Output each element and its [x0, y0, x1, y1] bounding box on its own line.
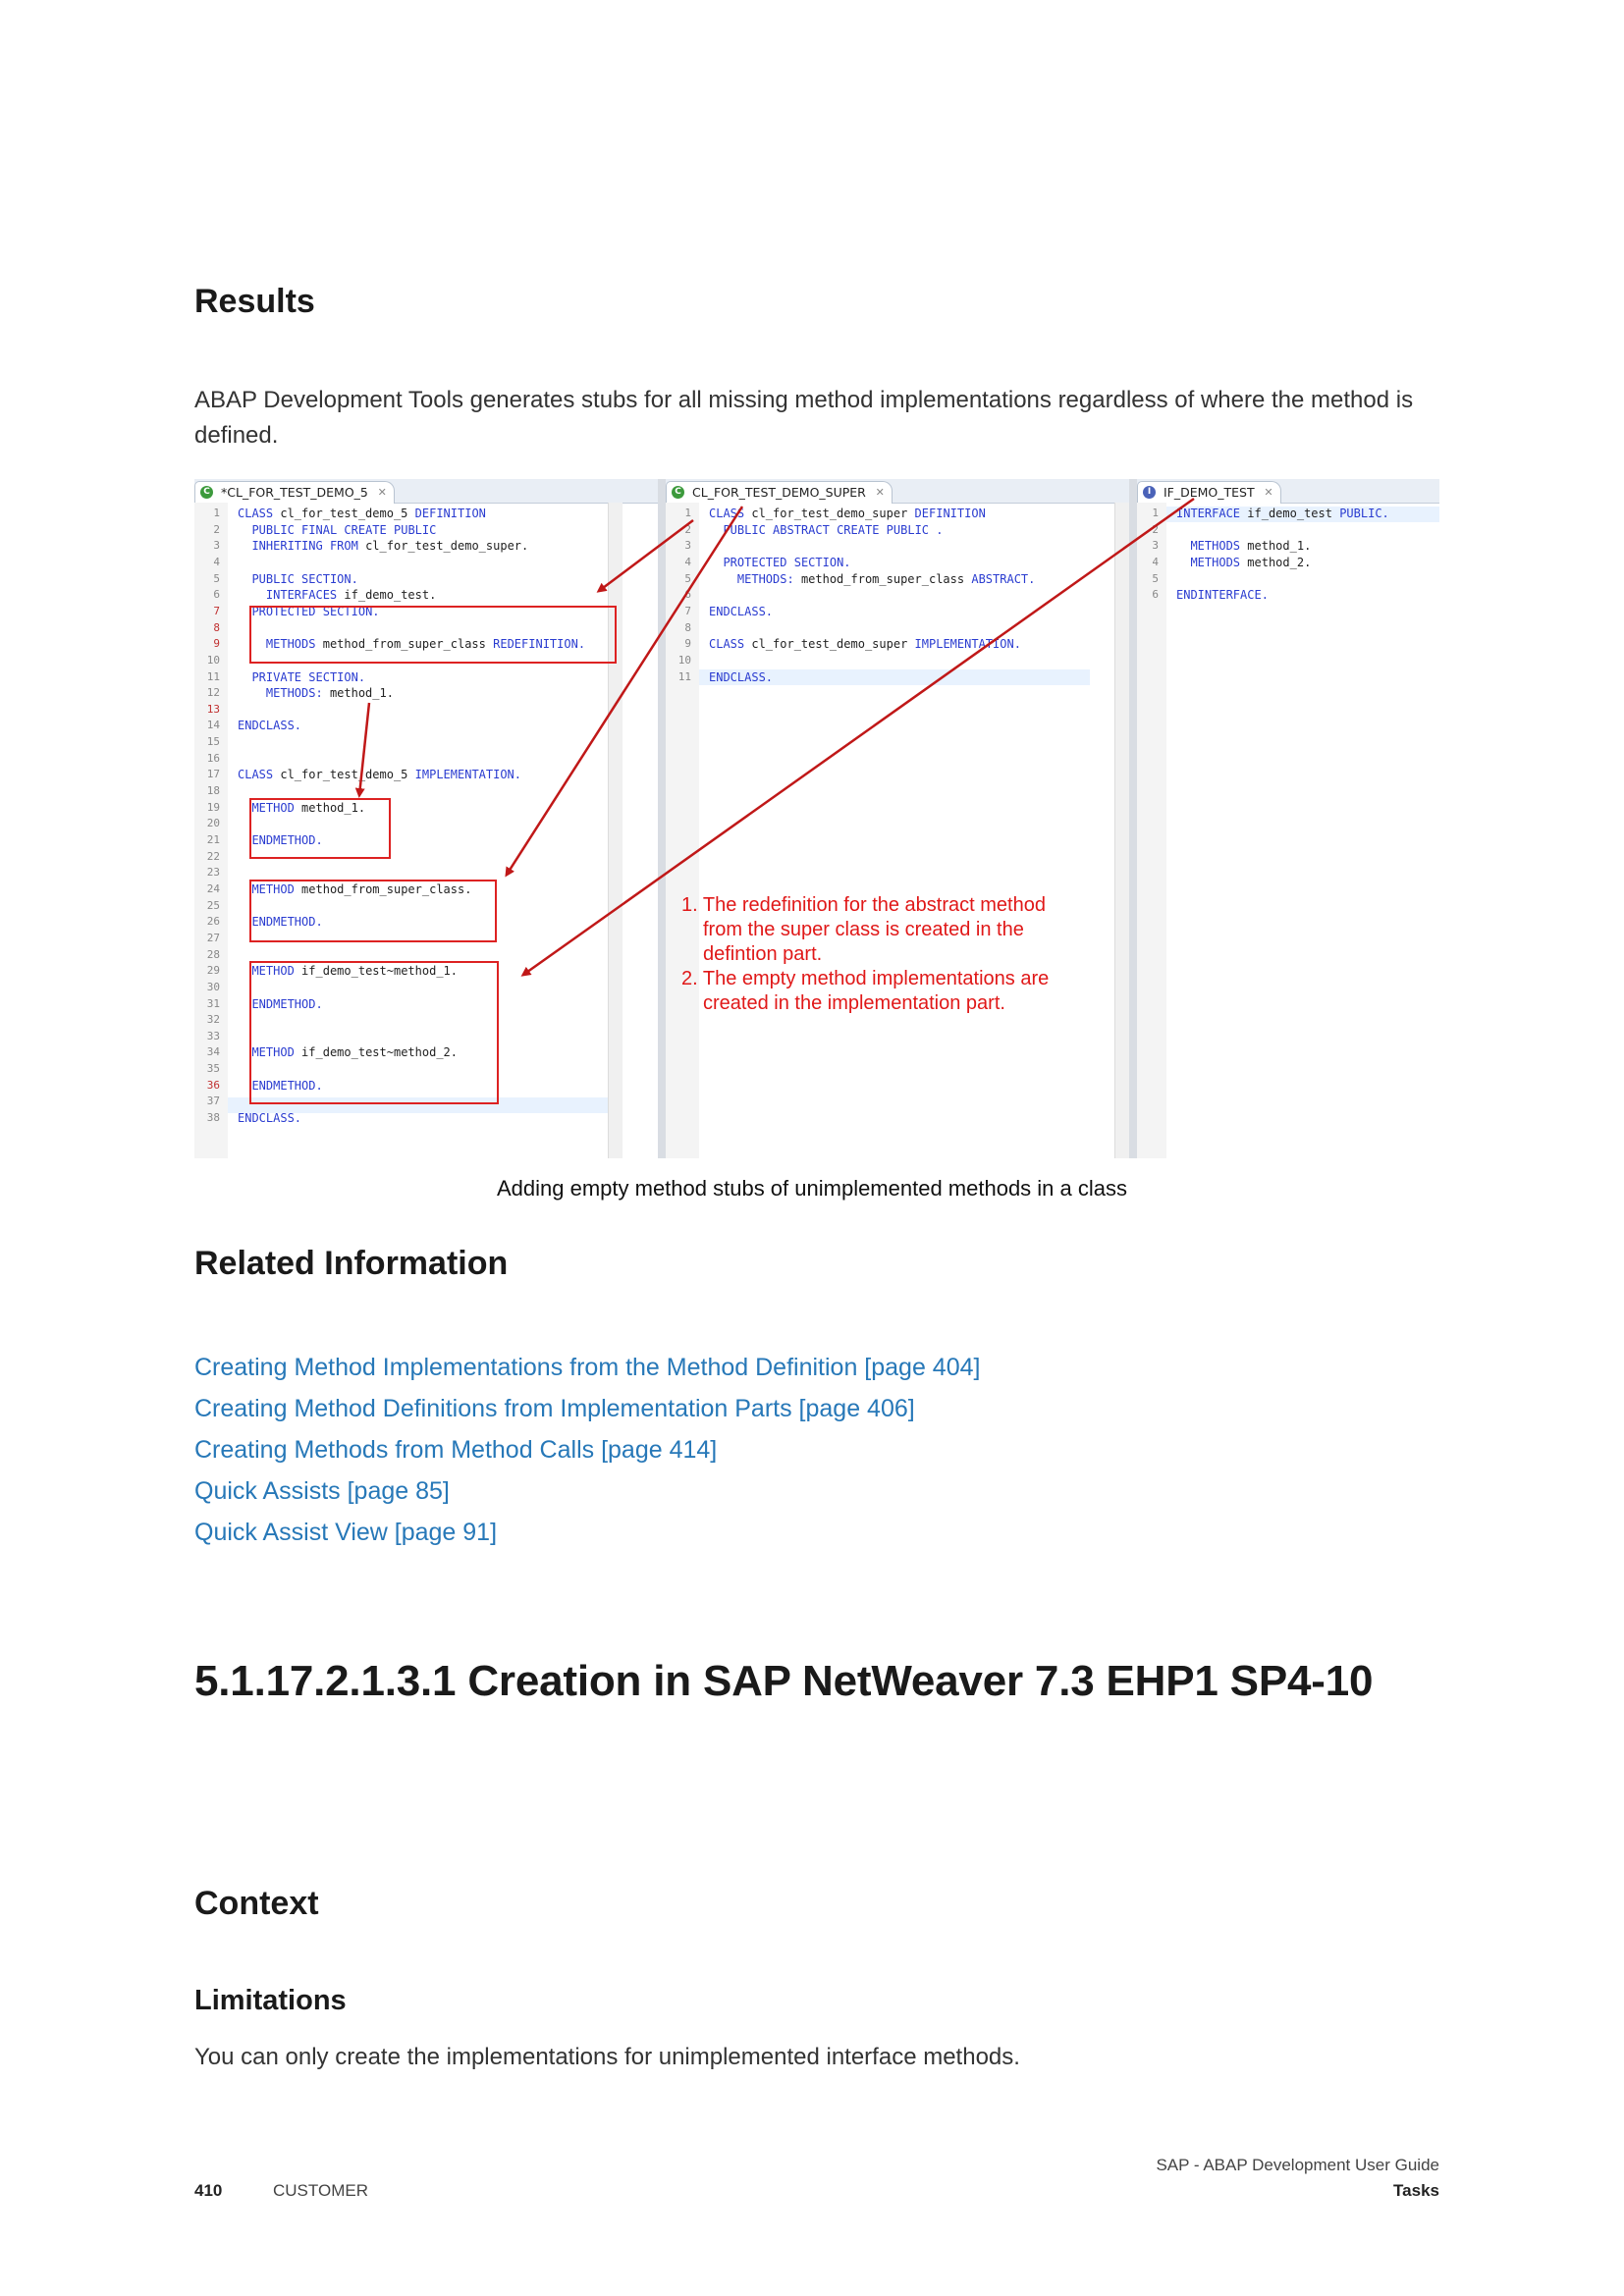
results-text: ABAP Development Tools generates stubs f… — [194, 387, 1414, 449]
limitations-heading: Limitations — [194, 1985, 347, 2016]
link-quick-assists[interactable]: Quick Assists [page 85] — [194, 1470, 980, 1512]
link-methods-from-calls[interactable]: Creating Methods from Method Calls [page… — [194, 1429, 980, 1470]
link-method-impl-from-def[interactable]: Creating Method Implementations from the… — [194, 1347, 980, 1388]
related-heading: Related Information — [194, 1245, 509, 1282]
arrow-redefinition — [596, 519, 694, 593]
section-title: 5.1.17.2.1.3.1 Creation in SAP NetWeaver… — [194, 1657, 1374, 1705]
footer-chapter: Tasks — [1393, 2181, 1439, 2200]
related-links: Creating Method Implementations from the… — [194, 1347, 980, 1553]
context-heading: Context — [194, 1885, 319, 1922]
figure-caption: Adding empty method stubs of unimplement… — [496, 1176, 1128, 1201]
arrows-overlay — [354, 497, 1195, 977]
limitations-text: You can only create the implementations … — [194, 2044, 1020, 2070]
arrow-interface — [520, 497, 1195, 977]
link-method-def-from-impl[interactable]: Creating Method Definitions from Impleme… — [194, 1388, 980, 1429]
footer-doc-title: SAP - ABAP Development User Guide — [1156, 2156, 1439, 2174]
footer-label: CUSTOMER — [273, 2181, 368, 2200]
results-heading: Results — [194, 283, 315, 320]
arrow-method-1 — [354, 702, 371, 798]
ide-screenshot: C *CL_FOR_TEST_DEMO_5 ✕ 1 CLASS cl_for_te… — [194, 479, 1439, 1158]
link-quick-assist-view[interactable]: Quick Assist View [page 91] — [194, 1512, 980, 1553]
arrow-method-super — [505, 506, 744, 878]
page-number: 410 — [194, 2181, 223, 2200]
